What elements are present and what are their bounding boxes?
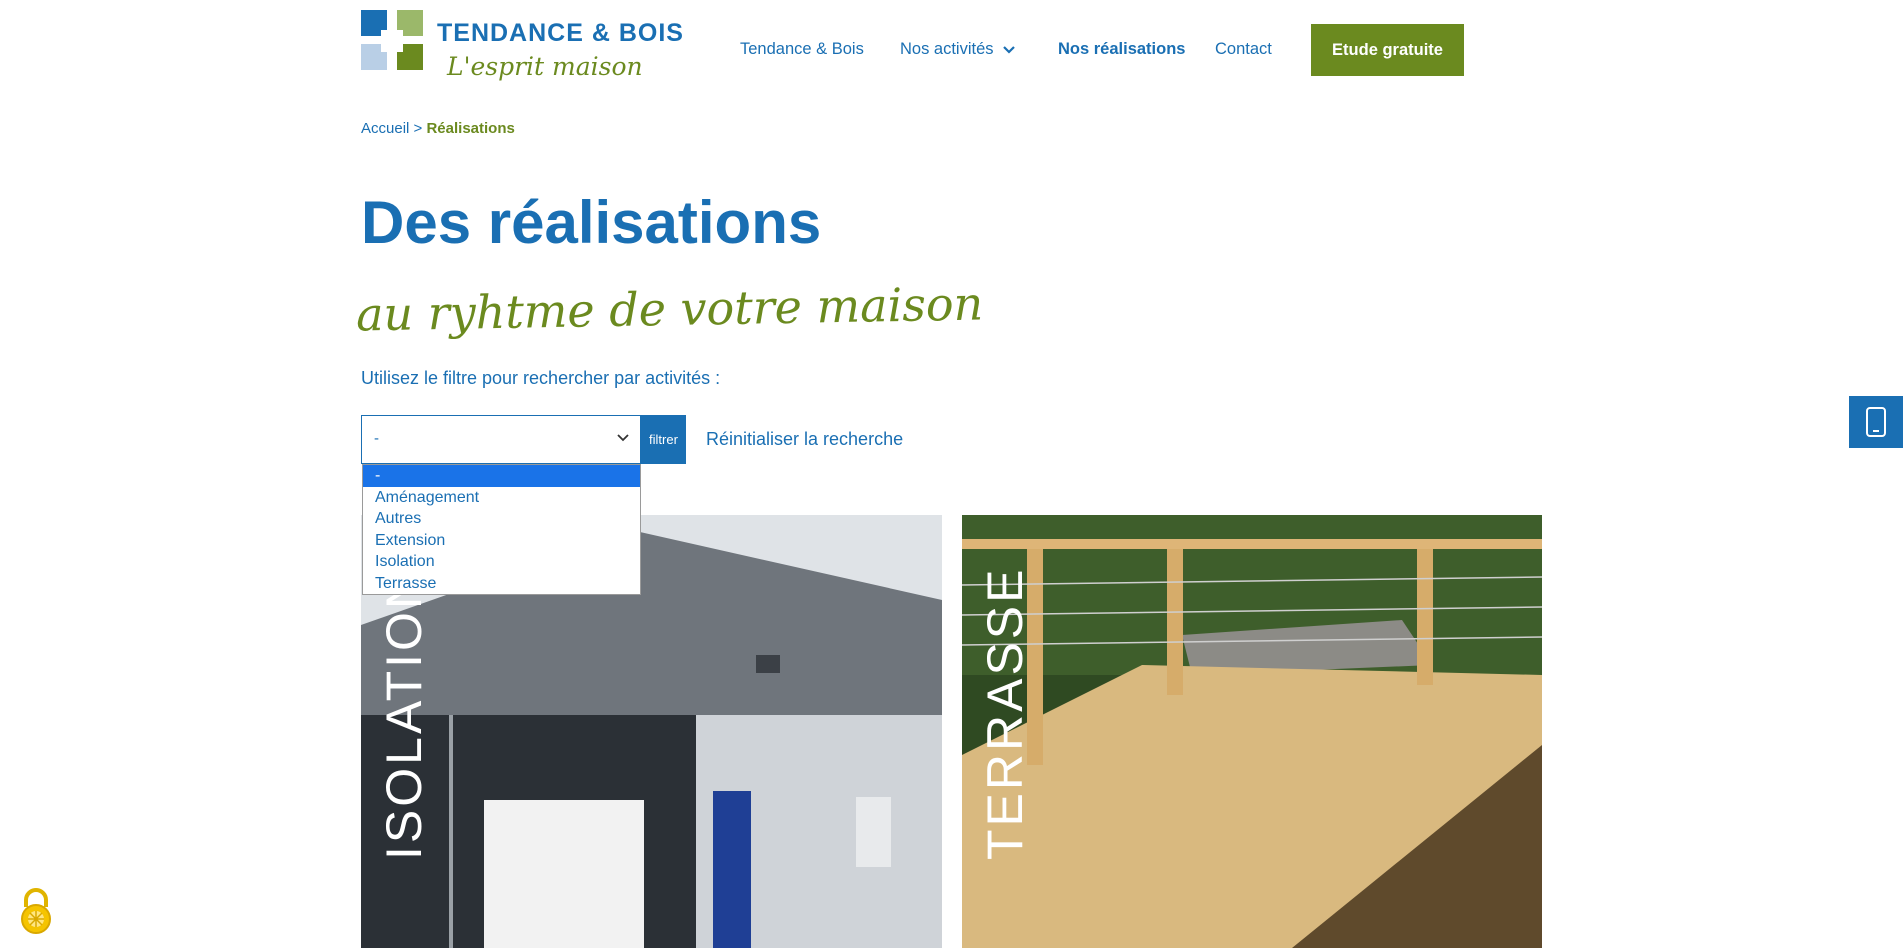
activity-dropdown-list: - Aménagement Autres Extension Isolation… <box>362 464 641 595</box>
realisation-card-terrasse[interactable]: TERRASSE <box>962 515 1542 948</box>
page-subtitle: au ryhtme de votre maison <box>355 276 984 342</box>
nav-item-nos-activites[interactable]: Nos activités <box>900 40 1016 59</box>
breadcrumb-separator: > <box>413 120 423 137</box>
breadcrumb-home[interactable]: Accueil <box>361 120 409 137</box>
card-category-label: ISOLATION <box>376 569 432 860</box>
nav-item-tendance-bois[interactable]: Tendance & Bois <box>740 40 864 59</box>
cookie-settings-button[interactable] <box>16 887 56 935</box>
select-value: - <box>374 430 379 447</box>
logo-brand-text: TENDANCE & BOIS <box>437 19 684 47</box>
nav-item-nos-realisations[interactable]: Nos réalisations <box>1058 40 1185 59</box>
dropdown-option[interactable]: Isolation <box>363 551 640 573</box>
side-phone-button[interactable] <box>1849 396 1903 448</box>
dropdown-option[interactable]: Extension <box>363 530 640 552</box>
page-title: Des réalisations <box>361 189 822 256</box>
breadcrumb: Accueil > Réalisations <box>361 120 515 137</box>
dropdown-option[interactable]: - <box>363 465 640 487</box>
dropdown-option[interactable]: Aménagement <box>363 487 640 509</box>
nav-item-contact[interactable]: Contact <box>1215 40 1272 59</box>
nav-item-label: Nos activités <box>900 40 994 58</box>
dropdown-option[interactable]: Autres <box>363 508 640 530</box>
filter-hint: Utilisez le filtre pour rechercher par a… <box>361 368 721 388</box>
cookie-lock-icon <box>21 888 51 934</box>
filter-button[interactable]: filtrer <box>641 415 686 464</box>
phone-icon <box>1866 407 1886 437</box>
chevron-down-icon <box>1002 45 1015 54</box>
reset-search-link[interactable]: Réinitialiser la recherche <box>706 429 903 450</box>
card-category-label: TERRASSE <box>977 566 1033 860</box>
terrace-photo <box>962 515 1542 948</box>
activity-select[interactable]: - <box>361 415 641 464</box>
logo-tagline: L'esprit maison <box>447 52 643 81</box>
chevron-down-icon <box>617 434 629 442</box>
breadcrumb-current: Réalisations <box>426 120 515 137</box>
logo-mark-icon <box>361 10 423 70</box>
free-study-button[interactable]: Etude gratuite <box>1311 24 1464 76</box>
dropdown-option[interactable]: Terrasse <box>363 573 640 595</box>
site-logo[interactable]: TENDANCE & BOIS L'esprit maison <box>361 10 683 85</box>
